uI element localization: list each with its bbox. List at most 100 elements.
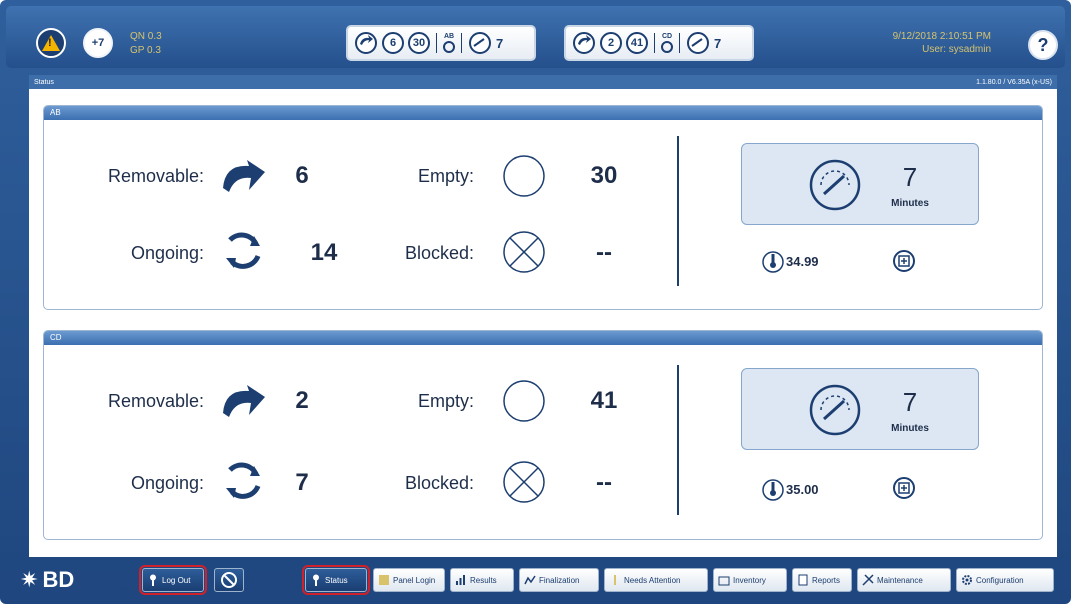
empty-count: 30 [408,32,430,54]
temperature-value: 35.00 [786,482,819,497]
tab-label: Maintenance [877,575,923,585]
tab-panel-login[interactable]: Panel Login [373,568,445,592]
no-entry-icon [221,572,237,588]
ongoing-value: 7 [295,469,309,496]
drawer-label-cd: CD [661,33,673,53]
panel-cd: CD Removable: 2 Empty: 41 Ongoing: 7 Blo… [43,330,1043,540]
lock-icon [661,41,673,53]
ongoing-cycle-icon [226,232,261,269]
warning-button[interactable] [36,28,66,58]
minutes-value: 7 [902,162,918,192]
alert-count-badge[interactable]: +7 [83,28,113,58]
tab-label: Needs Attention [624,575,681,585]
ongoing-label: Ongoing: [130,473,204,493]
minutes-unit: Minutes [891,423,929,434]
thermometer-icon [762,251,784,273]
help-button[interactable]: ? [1028,30,1058,60]
bottom-bar: ✷ BD Log Out Status Panel Login Results … [6,563,1065,598]
gauge-icon [809,159,861,211]
status-icon [313,574,319,586]
empty-value: 41 [590,387,618,414]
tab-reports[interactable]: Reports [792,568,852,592]
separator [436,33,437,53]
warning-icon [42,35,60,51]
ongoing-label: Ongoing: [130,243,204,263]
blocked-x-icon [503,461,545,503]
tab-needs-attention[interactable]: Needs Attention [604,568,708,592]
thermometer-icon [762,479,784,501]
page-title: Status [34,78,54,86]
removable-label: Removable: [107,166,204,186]
app-frame: +7 QN 0.3 GP 0.3 6 30 AB 7 2 41 CD 7 9/1… [0,0,1071,604]
empty-label: Empty: [417,391,474,411]
top-bar: +7 QN 0.3 GP 0.3 6 30 AB 7 2 41 CD 7 9/1… [6,6,1065,68]
separator [654,33,655,53]
finalization-icon [524,575,536,585]
lock-screen-button[interactable] [214,568,244,592]
tab-configuration[interactable]: Configuration [956,568,1054,592]
minutes-value: 7 [496,35,504,51]
reports-icon [798,574,808,586]
panel-divider [677,136,679,286]
logout-label: Log Out [162,575,191,585]
drawer-summary-cd[interactable]: 2 41 CD 7 [564,25,754,61]
tab-label: Results [470,575,497,585]
panel-header: AB [44,106,1042,120]
removable-count: 6 [382,32,404,54]
logo-text: BD [42,567,75,592]
needs-attention-icon [614,575,616,585]
tab-label: Configuration [976,575,1024,585]
time-to-result-button[interactable]: 7 Minutes [741,368,979,450]
gauge-icon [687,32,709,54]
removable-icon [355,32,377,54]
status-content: AB Removable: 6 Empty: 30 Ongoing: 14 Bl… [29,89,1057,557]
empty-label: Empty: [417,166,474,186]
datetime-user: 9/12/2018 2:10:51 PM User: sysadmin [886,30,991,56]
blocked-value: -- [596,469,612,496]
tab-maintenance[interactable]: Maintenance [857,568,951,592]
current-user: User: sysadmin [922,44,991,55]
qc-line-1: QN 0.3 [130,31,162,42]
removable-label: Removable: [107,391,204,411]
tab-label: Status [325,575,348,585]
time-to-result-button[interactable]: 7 Minutes [741,143,979,225]
separator [679,33,680,53]
maintenance-icon [862,574,874,586]
sync-icon[interactable] [892,249,916,273]
removable-count: 2 [600,32,622,54]
blocked-x-icon [503,231,545,273]
tab-results[interactable]: Results [450,568,514,592]
panel-divider [677,365,679,515]
software-version: 1.1.80.0 / V6.35A (x-US) [976,78,1052,86]
tab-label: Reports [812,575,841,585]
sync-icon[interactable] [892,476,916,500]
minutes-value: 7 [714,35,722,51]
tab-finalization[interactable]: Finalization [519,568,599,592]
results-icon [456,575,465,585]
status-strip: Status 1.1.80.0 / V6.35A (x-US) [29,75,1057,89]
panel-login-icon [379,575,389,585]
panel-ab: AB Removable: 6 Empty: 30 Ongoing: 14 Bl… [43,105,1043,310]
tab-inventory[interactable]: Inventory [713,568,787,592]
drawer-label: AB [443,33,455,40]
panel-header: CD [44,331,1042,345]
ongoing-value: 14 [310,239,338,266]
removable-icon [573,32,595,54]
removable-arrow-icon [223,160,265,192]
tab-status[interactable]: Status [302,565,370,595]
current-datetime: 9/12/2018 2:10:51 PM [892,31,991,42]
qc-line-2: GP 0.3 [130,45,161,56]
tab-label: Panel Login [393,575,436,585]
blocked-label: Blocked: [404,473,474,493]
bd-logo: ✷ BD [20,567,74,593]
removable-value: 6 [295,162,309,189]
ongoing-cycle-icon [226,462,261,499]
drawer-summary-ab[interactable]: 6 30 AB 7 [346,25,536,61]
inventory-icon [718,576,730,586]
temperature-value: 34.99 [786,254,819,269]
gear-icon [962,575,972,585]
help-icon: ? [1037,34,1049,55]
minutes-value: 7 [902,387,918,417]
minutes-unit: Minutes [891,198,929,209]
logout-button[interactable]: Log Out [139,565,207,595]
